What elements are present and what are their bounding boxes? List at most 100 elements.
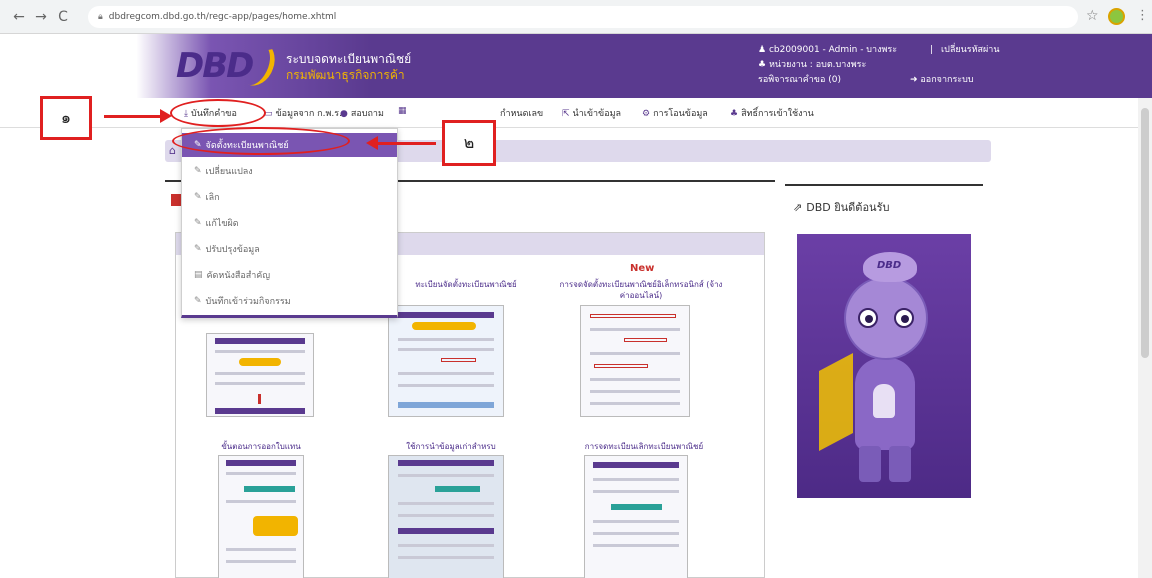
manual-thumbnail[interactable] bbox=[206, 333, 314, 417]
nav-item-inquiry[interactable]: ● สอบถาม bbox=[340, 106, 384, 120]
gear-icon: ⚙ bbox=[642, 109, 651, 119]
dropdown-item-label: แก้ไขผิด bbox=[205, 219, 239, 229]
change-password-label: เปลี่ยนรหัสผ่าน bbox=[941, 45, 1000, 55]
logout-label: ออกจากระบบ bbox=[920, 75, 974, 85]
nav-item-import-data[interactable]: ⇱ นำเข้าข้อมูล bbox=[562, 106, 621, 120]
site-header: DBD ระบบจดทะเบียนพาณิชย์ กรมพัฒนาธุรกิจก… bbox=[0, 34, 1152, 98]
edit-icon: ✎ bbox=[194, 218, 202, 228]
annotation-arrow-1 bbox=[104, 115, 162, 118]
dropdown-item-activity[interactable]: ✎ บันทึกเข้าร่วมกิจกรรม bbox=[182, 289, 397, 313]
manual-thumbnail[interactable] bbox=[388, 305, 504, 417]
dbd-logo[interactable]: DBD bbox=[176, 35, 281, 91]
welcome-title-text: DBD ยินดีต้อนรับ bbox=[806, 201, 890, 214]
manual-title-register[interactable]: ทะเบียนจัดตั้งทะเบียนพาณิชย์ bbox=[386, 279, 546, 290]
dropdown-item-label: บันทึกเข้าร่วมกิจกรรม bbox=[205, 297, 291, 307]
sitemap-icon: ♣ bbox=[758, 60, 769, 70]
page-scrollbar[interactable] bbox=[1138, 98, 1152, 578]
edit-icon: ✎ bbox=[194, 296, 202, 306]
annotation-ellipse-menu bbox=[172, 127, 350, 155]
manual-title-cancel-register[interactable]: การจดทะเบียนเลิกทะเบียนพาณิชย์ bbox=[554, 441, 734, 452]
url-text: dbdregcom.dbd.go.th/regc-app/pages/home.… bbox=[108, 12, 337, 22]
address-bar[interactable]: 🔒︎ dbdregcom.dbd.go.th/regc-app/pages/ho… bbox=[88, 6, 1078, 28]
welcome-panel: ⇗ DBD ยินดีต้อนรับ DBD bbox=[785, 184, 983, 578]
annotation-callout-2: ๒ bbox=[442, 120, 496, 166]
mascot-ribbon bbox=[819, 352, 853, 452]
nav-label: สอบถาม bbox=[350, 109, 384, 119]
record-request-dropdown: ✎ จัดตั้งทะเบียนพาณิชย์ ✎ เปลี่ยนแปลง ✎ เลิ… bbox=[181, 128, 398, 318]
manual-thumbnail[interactable] bbox=[218, 455, 304, 578]
reload-button[interactable]: C bbox=[52, 9, 74, 25]
change-password-link[interactable]: | เปลี่ยนรหัสผ่าน bbox=[930, 42, 1000, 56]
dropdown-item-correct[interactable]: ✎ แก้ไขผิด bbox=[182, 211, 397, 235]
document-icon: ▤ bbox=[194, 270, 203, 280]
chat-icon: ● bbox=[340, 109, 348, 119]
mascot-hands bbox=[873, 384, 895, 418]
dropdown-item-cancel[interactable]: ✎ เลิก bbox=[182, 185, 397, 209]
manual-thumbnail[interactable] bbox=[580, 305, 690, 417]
nav-label: นำเข้าข้อมูล bbox=[572, 109, 622, 119]
nav-item-opdc-data[interactable]: ▭ ข้อมูลจาก ก.พ.ร. bbox=[264, 106, 342, 120]
mascot-image: DBD bbox=[797, 234, 971, 498]
annotation-callout-1: ๑ bbox=[40, 96, 92, 140]
dropdown-item-update[interactable]: ✎ ปรับปรุงข้อมูล bbox=[182, 237, 397, 261]
dropdown-item-label: เลิก bbox=[205, 193, 220, 203]
pending-requests-link[interactable]: รอพิจารณาคำขอ (0) bbox=[758, 72, 841, 86]
department-name: กรมพัฒนาธุรกิจการค้า bbox=[286, 68, 405, 82]
dropdown-item-label: คัดหนังสือสำคัญ bbox=[206, 271, 270, 281]
mascot-cap: DBD bbox=[863, 252, 917, 282]
manual-title-replacement[interactable]: ขั้นตอนการออกใบแทน bbox=[186, 441, 336, 452]
unit-label: หน่วยงาน : อบต.บางพระ bbox=[768, 60, 867, 70]
document-icon bbox=[171, 194, 181, 206]
annotation-ellipse-nav bbox=[170, 99, 266, 127]
users-icon: ♣ bbox=[730, 109, 739, 119]
nav-label: กำหนดเลข bbox=[500, 109, 544, 119]
logout-link[interactable]: ➜ ออกจากระบบ bbox=[910, 72, 974, 86]
manual-thumbnail[interactable] bbox=[584, 455, 688, 578]
dropdown-item-certificate[interactable]: ▤ คัดหนังสือสำคัญ bbox=[182, 263, 397, 287]
dropdown-item-change[interactable]: ✎ เปลี่ยนแปลง bbox=[182, 159, 397, 183]
bookmark-star-icon[interactable]: ☆ bbox=[1086, 8, 1099, 24]
browser-menu-button[interactable]: ⋮ bbox=[1136, 8, 1149, 23]
mascot-leg bbox=[859, 446, 881, 482]
unit-info: ♣ หน่วยงาน : อบต.บางพระ bbox=[758, 57, 866, 71]
scrollbar-thumb[interactable] bbox=[1141, 108, 1149, 358]
annotation-arrow-2 bbox=[376, 142, 436, 145]
mascot-cap-text: DBD bbox=[877, 260, 902, 271]
mascot-head bbox=[844, 276, 928, 360]
import-icon: ⇱ bbox=[562, 109, 570, 119]
dropdown-item-label: ปรับปรุงข้อมูล bbox=[205, 245, 260, 255]
user-icon: ♟ bbox=[758, 45, 769, 55]
nav-item-access-rights[interactable]: ♣ สิทธิ์การเข้าใช้งาน bbox=[730, 106, 814, 120]
mascot-eye bbox=[894, 308, 914, 328]
manual-title-online-register[interactable]: การจดจัดตั้งทะเบียนพาณิชย์อิเล็กทรอนิกส์… bbox=[556, 279, 726, 301]
external-link-icon: ⇗ bbox=[793, 201, 803, 214]
nav-item-set-number[interactable]: กำหนดเลข bbox=[500, 106, 543, 120]
user-name: cb2009001 - Admin - บางพระ bbox=[768, 45, 898, 55]
new-badge: New bbox=[630, 263, 655, 274]
nav-item-report[interactable]: ▦ bbox=[398, 106, 410, 116]
lock-icon: 🔒︎ bbox=[98, 12, 103, 22]
nav-label: ข้อมูลจาก ก.พ.ร. bbox=[275, 109, 342, 119]
forward-button[interactable]: → bbox=[30, 9, 52, 25]
annotation-arrowhead-2 bbox=[366, 136, 378, 150]
edit-icon: ✎ bbox=[194, 244, 202, 254]
user-info: ♟ cb2009001 - Admin - บางพระ bbox=[758, 42, 897, 56]
edit-icon: ✎ bbox=[194, 192, 202, 202]
browser-toolbar: ← → C 🔒︎ dbdregcom.dbd.go.th/regc-app/pa… bbox=[0, 0, 1152, 34]
mascot-eye bbox=[858, 308, 878, 328]
report-icon: ▦ bbox=[398, 106, 407, 116]
nav-label: การโอนข้อมูล bbox=[653, 109, 708, 119]
manual-title-old-data[interactable]: ใช้การนำข้อมูลเก่าสำหรบ bbox=[376, 441, 526, 452]
separator: | bbox=[930, 45, 934, 55]
back-button[interactable]: ← bbox=[8, 9, 30, 25]
edit-icon: ✎ bbox=[194, 166, 202, 176]
logout-icon: ➜ bbox=[910, 75, 921, 85]
manual-thumbnail[interactable] bbox=[388, 455, 504, 578]
nav-label: สิทธิ์การเข้าใช้งาน bbox=[741, 109, 814, 119]
profile-avatar[interactable] bbox=[1108, 8, 1125, 25]
mascot-leg bbox=[889, 446, 911, 482]
dropdown-item-label: เปลี่ยนแปลง bbox=[205, 167, 253, 177]
home-icon[interactable]: ⌂ bbox=[169, 144, 176, 157]
nav-item-transfer-data[interactable]: ⚙ การโอนข้อมูล bbox=[642, 106, 708, 120]
welcome-title: ⇗ DBD ยินดีต้อนรับ bbox=[793, 198, 889, 216]
